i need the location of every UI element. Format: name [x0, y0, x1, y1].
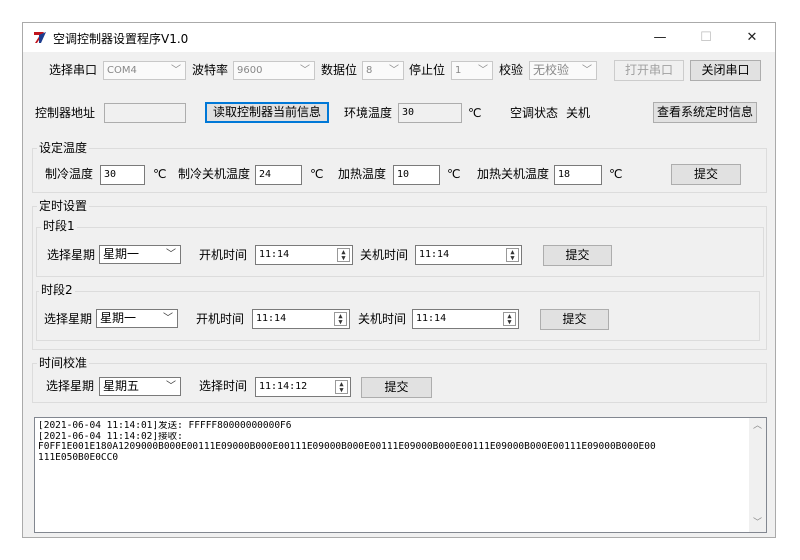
heat-temp-unit: ℃ — [447, 167, 461, 181]
calibration-weekday-value: 星期五 — [103, 379, 140, 393]
period1-weekday-value: 星期一 — [103, 247, 140, 261]
close-port-button[interactable]: 关闭串口 — [690, 60, 761, 81]
minimize-button[interactable]: — — [637, 23, 683, 52]
chevron-down-icon: ﹀ — [166, 381, 176, 392]
view-timing-button[interactable]: 查看系统定时信息 — [653, 102, 757, 123]
period2-on-label: 开机时间 — [196, 312, 245, 326]
calibration-submit-button[interactable]: 提交 — [361, 377, 432, 398]
period2-off-time-input[interactable]: 11:14 ▲ ▼ — [412, 309, 519, 329]
period1-weekday-label: 选择星期 — [47, 248, 96, 262]
scroll-down-icon[interactable]: ﹀ — [749, 515, 766, 532]
baud-select[interactable]: 9600 ﹀ — [233, 61, 315, 80]
period1-submit-button[interactable]: 提交 — [543, 245, 612, 266]
period1-off-time-input[interactable]: 11:14 ▲ ▼ — [415, 245, 522, 265]
timer-group-label: 定时设置 — [37, 199, 90, 213]
calibration-weekday-select[interactable]: 星期五 ﹀ — [99, 377, 181, 396]
app-window: 空调控制器设置程序V1.0 — ☐ ✕ 选择串口 COM4 ﹀ 波特率 9600… — [22, 22, 776, 538]
env-temp-field: 30 — [398, 103, 462, 123]
open-port-button[interactable]: 打开串口 — [614, 60, 684, 81]
cool-off-temp-label: 制冷关机温度 — [178, 167, 251, 181]
maximize-button[interactable]: ☐ — [683, 23, 729, 52]
window-title: 空调控制器设置程序V1.0 — [53, 32, 189, 46]
period2-submit-button[interactable]: 提交 — [540, 309, 609, 330]
stopbits-value: 1 — [455, 65, 462, 76]
calibration-time-value: 11:14:12 — [259, 381, 308, 392]
log-scrollbar[interactable]: ︿ ﹀ — [749, 418, 766, 532]
cool-temp-unit: ℃ — [153, 167, 167, 181]
parity-label: 校验 — [499, 63, 524, 77]
period2-on-time-input[interactable]: 11:14 ▲ ▼ — [252, 309, 350, 329]
period2-on-time-value: 11:14 — [256, 313, 287, 324]
period1-weekday-select[interactable]: 星期一 ﹀ — [99, 245, 181, 264]
env-temp-label: 环境温度 — [344, 106, 393, 120]
cool-temp-label: 制冷温度 — [45, 167, 94, 181]
chevron-down-icon: ﹀ — [300, 65, 310, 76]
spinner-icon[interactable]: ▲ ▼ — [335, 380, 348, 394]
period1-label: 时段1 — [41, 219, 77, 233]
port-select[interactable]: COM4 ﹀ — [103, 61, 186, 80]
cool-off-temp-unit: ℃ — [310, 167, 324, 181]
calibration-group-label: 时间校准 — [37, 356, 90, 370]
heat-off-temp-label: 加热关机温度 — [477, 167, 550, 181]
databits-select[interactable]: 8 ﹀ — [362, 61, 404, 80]
period2-weekday-value: 星期一 — [100, 311, 137, 325]
log-line: [2021-06-04 11:14:01]发送: FFFFF8000000000… — [38, 421, 292, 431]
read-controller-button[interactable]: 读取控制器当前信息 — [205, 102, 329, 123]
chevron-down-icon: ﹀ — [166, 249, 176, 260]
chevron-down-icon: ﹀ — [582, 65, 592, 76]
databits-label: 数据位 — [321, 63, 358, 77]
period1-off-time-value: 11:14 — [419, 249, 450, 260]
ac-status-label: 空调状态 — [510, 106, 559, 120]
chevron-down-icon: ﹀ — [171, 65, 181, 76]
address-input[interactable] — [104, 103, 186, 123]
period2-label: 时段2 — [39, 283, 75, 297]
period2-weekday-label: 选择星期 — [44, 312, 93, 326]
port-label: 选择串口 — [49, 63, 98, 77]
period1-on-time-input[interactable]: 11:14 ▲ ▼ — [255, 245, 353, 265]
ac-status-value: 关机 — [566, 106, 591, 120]
calibration-time-label: 选择时间 — [199, 379, 248, 393]
spinner-icon[interactable]: ▲ ▼ — [337, 248, 350, 262]
parity-select[interactable]: 无校验 ﹀ — [529, 61, 597, 80]
stopbits-label: 停止位 — [409, 63, 446, 77]
temperature-submit-button[interactable]: 提交 — [671, 164, 741, 185]
log-line: F0FF1E001E180A1209000B000E00111E09000B00… — [38, 442, 656, 452]
address-label: 控制器地址 — [35, 106, 96, 120]
cool-temp-input[interactable]: 30 — [100, 165, 145, 185]
databits-value: 8 — [366, 65, 373, 76]
heat-temp-input[interactable]: 10 — [393, 165, 440, 185]
heat-off-temp-unit: ℃ — [609, 167, 623, 181]
title-bar: 空调控制器设置程序V1.0 — ☐ ✕ — [23, 23, 775, 52]
period2-off-label: 关机时间 — [358, 312, 407, 326]
period1-on-time-value: 11:14 — [259, 249, 290, 260]
period1-off-label: 关机时间 — [360, 248, 409, 262]
log-line: 111E050B0E0CC0 — [38, 452, 119, 463]
period1-on-label: 开机时间 — [199, 248, 248, 262]
scroll-up-icon[interactable]: ︿ — [749, 418, 766, 435]
spinner-icon[interactable]: ▲ ▼ — [506, 248, 519, 262]
log-line: [2021-06-04 11:14:02]接收: — [38, 431, 183, 442]
spinner-icon[interactable]: ▲ ▼ — [503, 312, 516, 326]
env-temp-unit: ℃ — [468, 106, 482, 120]
stopbits-select[interactable]: 1 ﹀ — [451, 61, 493, 80]
chevron-down-icon: ﹀ — [163, 313, 173, 324]
cool-off-temp-input[interactable]: 24 — [255, 165, 302, 185]
parity-value: 无校验 — [533, 63, 570, 77]
app-logo-icon — [34, 32, 46, 43]
period2-off-time-value: 11:14 — [416, 313, 447, 324]
period2-weekday-select[interactable]: 星期一 ﹀ — [96, 309, 178, 328]
heat-off-temp-input[interactable]: 18 — [554, 165, 602, 185]
port-value: COM4 — [107, 65, 137, 76]
chevron-down-icon: ﹀ — [478, 65, 488, 76]
spinner-icon[interactable]: ▲ ▼ — [334, 312, 347, 326]
heat-temp-label: 加热温度 — [338, 167, 387, 181]
communication-log[interactable]: [2021-06-04 11:14:01]发送: FFFFF8000000000… — [34, 417, 767, 533]
baud-value: 9600 — [237, 65, 263, 76]
chevron-down-icon: ﹀ — [389, 65, 399, 76]
calibration-time-input[interactable]: 11:14:12 ▲ ▼ — [255, 377, 351, 397]
close-window-button[interactable]: ✕ — [729, 23, 775, 52]
baud-label: 波特率 — [192, 63, 229, 77]
temperature-group-label: 设定温度 — [37, 141, 90, 155]
calibration-weekday-label: 选择星期 — [46, 379, 95, 393]
